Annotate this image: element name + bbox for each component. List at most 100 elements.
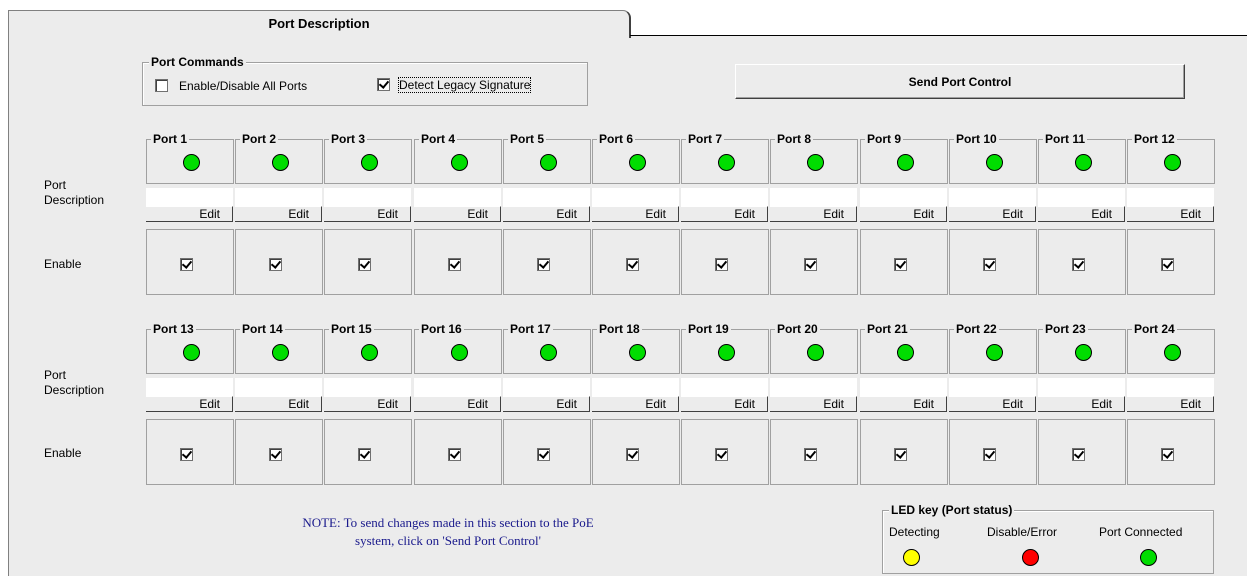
port-enable-cell	[414, 229, 502, 295]
edit-description-button[interactable]: Edit	[1038, 206, 1125, 222]
send-port-control-button[interactable]: Send Port Control	[735, 64, 1185, 99]
port-enable-checkbox[interactable]	[715, 258, 728, 271]
port-enable-checkbox[interactable]	[626, 258, 639, 271]
port-enable-cell	[681, 419, 769, 485]
edit-description-button[interactable]: Edit	[414, 396, 501, 412]
edit-description-button[interactable]: Edit	[592, 396, 679, 412]
edit-description-button[interactable]: Edit	[770, 206, 857, 222]
port-commands-group: Port Commands Enable/Disable All Ports D…	[142, 55, 588, 106]
port-name-label: Port 24	[1132, 322, 1177, 336]
port-enable-checkbox[interactable]	[983, 448, 996, 461]
port-enable-checkbox[interactable]	[983, 258, 996, 271]
port-description-input[interactable]	[235, 188, 322, 206]
port-description-input[interactable]	[146, 378, 233, 396]
port-description-input[interactable]	[681, 378, 768, 396]
edit-description-button[interactable]: Edit	[324, 396, 411, 412]
port-enable-checkbox[interactable]	[804, 448, 817, 461]
edit-description-button[interactable]: Edit	[1038, 396, 1125, 412]
port-enable-checkbox[interactable]	[804, 258, 817, 271]
port-status-led-icon	[807, 344, 824, 361]
enable-disable-all-checkbox[interactable]	[155, 79, 168, 92]
port-status-led-icon	[1164, 154, 1181, 171]
edit-description-button[interactable]: Edit	[949, 396, 1036, 412]
edit-description-button[interactable]: Edit	[235, 206, 322, 222]
port-enable-checkbox[interactable]	[358, 448, 371, 461]
edit-description-button[interactable]: Edit	[414, 206, 501, 222]
port-name-label: Port 16	[419, 322, 464, 336]
port-description-input[interactable]	[1127, 378, 1214, 396]
port-enable-cell	[503, 419, 591, 485]
port-description-input[interactable]	[324, 378, 411, 396]
edit-description-button[interactable]: Edit	[146, 206, 233, 222]
port-status-led-icon	[986, 154, 1003, 171]
port-enable-checkbox[interactable]	[1161, 448, 1174, 461]
edit-description-button[interactable]: Edit	[503, 206, 590, 222]
port-enable-checkbox[interactable]	[537, 448, 550, 461]
port-description-input[interactable]	[592, 378, 679, 396]
edit-description-button[interactable]: Edit	[592, 206, 679, 222]
port-description-label-line1: Port	[44, 178, 67, 192]
edit-description-button[interactable]: Edit	[860, 206, 947, 222]
port-enable-checkbox[interactable]	[269, 258, 282, 271]
edit-description-button[interactable]: Edit	[235, 396, 322, 412]
edit-description-button[interactable]: Edit	[503, 396, 590, 412]
enable-row-label: Enable	[44, 446, 82, 460]
port-enable-checkbox[interactable]	[894, 448, 907, 461]
enable-disable-all-label[interactable]: Enable/Disable All Ports	[179, 79, 307, 93]
port-description-input[interactable]	[770, 188, 857, 206]
port-enable-checkbox[interactable]	[1072, 448, 1085, 461]
edit-description-button[interactable]: Edit	[146, 396, 233, 412]
port-enable-checkbox[interactable]	[180, 258, 193, 271]
tab-label: Port Description	[268, 16, 370, 31]
port-description-input[interactable]	[1127, 188, 1214, 206]
port-description-input[interactable]	[860, 378, 947, 396]
port-enable-cell	[860, 419, 948, 485]
port-enable-checkbox[interactable]	[537, 258, 550, 271]
port-status-led-icon	[718, 154, 735, 171]
port-description-input[interactable]	[1038, 188, 1125, 206]
port-description-input[interactable]	[681, 188, 768, 206]
port-enable-checkbox[interactable]	[180, 448, 193, 461]
edit-description-button[interactable]: Edit	[681, 206, 768, 222]
port-description-input[interactable]	[592, 188, 679, 206]
port-description-input[interactable]	[414, 378, 501, 396]
port-description-input[interactable]	[1038, 378, 1125, 396]
edit-description-button[interactable]: Edit	[860, 396, 947, 412]
tab-port-description[interactable]: Port Description	[8, 10, 631, 38]
edit-description-button[interactable]: Edit	[770, 396, 857, 412]
port-description-input[interactable]	[949, 188, 1036, 206]
port-description-input[interactable]	[860, 188, 947, 206]
port-description-input[interactable]	[949, 378, 1036, 396]
port-name-label: Port 9	[865, 132, 904, 146]
port-status-box: Port 10	[949, 132, 1037, 184]
port-description-input[interactable]	[503, 378, 590, 396]
port-status-box: Port 14	[235, 322, 323, 374]
port-enable-checkbox[interactable]	[1161, 258, 1174, 271]
port-status-led-icon	[361, 344, 378, 361]
port-description-input[interactable]	[503, 188, 590, 206]
port-enable-checkbox[interactable]	[715, 448, 728, 461]
port-description-input[interactable]	[324, 188, 411, 206]
edit-description-button[interactable]: Edit	[1127, 396, 1214, 412]
port-enable-checkbox[interactable]	[448, 448, 461, 461]
port-enable-checkbox[interactable]	[626, 448, 639, 461]
port-enable-checkbox[interactable]	[448, 258, 461, 271]
edit-description-button[interactable]: Edit	[324, 206, 411, 222]
port-status-box: Port 8	[770, 132, 858, 184]
edit-description-button[interactable]: Edit	[681, 396, 768, 412]
port-description-input[interactable]	[235, 378, 322, 396]
edit-description-button[interactable]: Edit	[1127, 206, 1214, 222]
port-enable-checkbox[interactable]	[1072, 258, 1085, 271]
port-enable-checkbox[interactable]	[358, 258, 371, 271]
port-enable-checkbox[interactable]	[894, 258, 907, 271]
detect-legacy-label[interactable]: Detect Legacy Signature	[397, 77, 532, 93]
port-description-input[interactable]	[414, 188, 501, 206]
port-description-input[interactable]	[770, 378, 857, 396]
port-description-label-line2: Description	[44, 193, 105, 207]
port-enable-cell	[146, 229, 234, 295]
detect-legacy-checkbox[interactable]	[377, 78, 390, 91]
edit-description-button[interactable]: Edit	[949, 206, 1036, 222]
port-name-label: Port 6	[597, 132, 636, 146]
port-description-input[interactable]	[146, 188, 233, 206]
port-enable-checkbox[interactable]	[269, 448, 282, 461]
